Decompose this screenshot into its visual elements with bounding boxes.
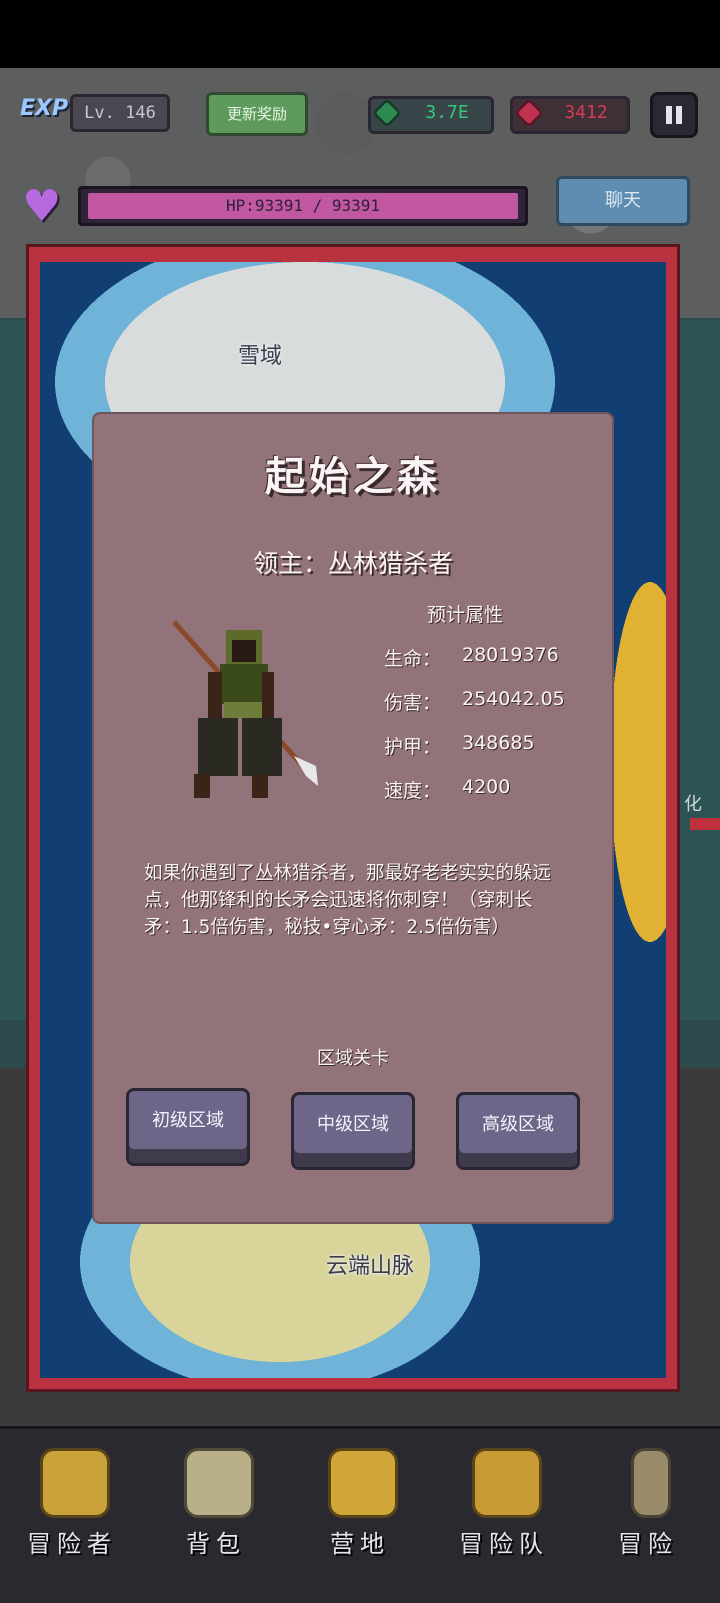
stat-hp: 生命： 28019376	[384, 644, 604, 671]
backpack-icon	[184, 1448, 254, 1518]
nav-backpack[interactable]: 背包	[144, 1426, 288, 1600]
stat-speed: 速度： 4200	[384, 776, 604, 803]
side-indicator	[690, 818, 720, 830]
hp-text: HP:93391 / 93391	[225, 196, 381, 215]
stat-value: 348685	[462, 732, 535, 754]
heart-icon: ♥	[22, 181, 62, 232]
pause-icon-bar	[676, 106, 682, 124]
nav-label: 背包	[186, 1530, 246, 1558]
guild-book-icon	[472, 1448, 542, 1518]
nav-party[interactable]: 冒险队	[432, 1426, 576, 1600]
nav-adventurer[interactable]: 冒险者	[0, 1426, 144, 1600]
boss-name: 领主：丛林猎杀者	[252, 549, 453, 578]
camp-banner-icon	[328, 1448, 398, 1518]
nav-adventure[interactable]: 冒险	[576, 1426, 720, 1600]
nav-label: 冒险队	[459, 1530, 549, 1558]
helmet-icon	[40, 1448, 110, 1518]
jungle-hunter-sprite	[172, 620, 318, 798]
stat-value: 28019376	[462, 644, 559, 666]
nav-label: 冒险者	[27, 1530, 117, 1558]
zone-stages-header: 区域关卡	[317, 1048, 389, 1069]
boss-description: 如果你遇到了丛林猎杀者，那最好老老实实的躲远点，他那锋利的长矛会迅速将你刺穿！（…	[144, 863, 552, 938]
ruby-value: 3412	[564, 102, 608, 123]
sword-icon	[631, 1448, 671, 1518]
stat-armor: 护甲： 348685	[384, 732, 604, 759]
stat-value: 254042.05	[462, 688, 565, 710]
nav-label: 冒险	[618, 1530, 678, 1558]
projected-stats-header: 预计属性	[426, 604, 503, 626]
nav-camp[interactable]: 营地	[288, 1426, 432, 1600]
beginner-zone-button[interactable]: 初级区域	[126, 1088, 250, 1166]
side-label: 化	[684, 794, 702, 815]
background-edge-right	[680, 320, 720, 1020]
level-display: Lv. 146	[70, 94, 170, 132]
gem-value: 3.7E	[425, 102, 469, 123]
stat-damage: 伤害： 254042.05	[384, 688, 604, 715]
pause-icon	[666, 106, 672, 124]
stat-label: 生命：	[384, 648, 442, 670]
update-reward-button[interactable]: 更新奖励	[206, 92, 308, 136]
stat-label: 护甲：	[384, 736, 442, 758]
zone-title: 起始之森	[265, 454, 441, 500]
stat-value: 4200	[462, 776, 511, 798]
pause-button[interactable]	[650, 92, 698, 138]
status-bar	[0, 0, 720, 68]
region-label-snow[interactable]: 雪域	[238, 338, 282, 370]
chat-button[interactable]: 聊天	[556, 176, 690, 226]
exp-badge: EXP	[20, 96, 69, 121]
intermediate-zone-button[interactable]: 中级区域	[291, 1092, 415, 1170]
advanced-zone-button[interactable]: 高级区域	[456, 1092, 580, 1170]
stat-label: 速度：	[384, 780, 442, 802]
nav-label: 营地	[330, 1530, 390, 1558]
stat-label: 伤害：	[384, 692, 442, 714]
region-label-cloud-mountains[interactable]: 云端山脉	[326, 1248, 414, 1280]
